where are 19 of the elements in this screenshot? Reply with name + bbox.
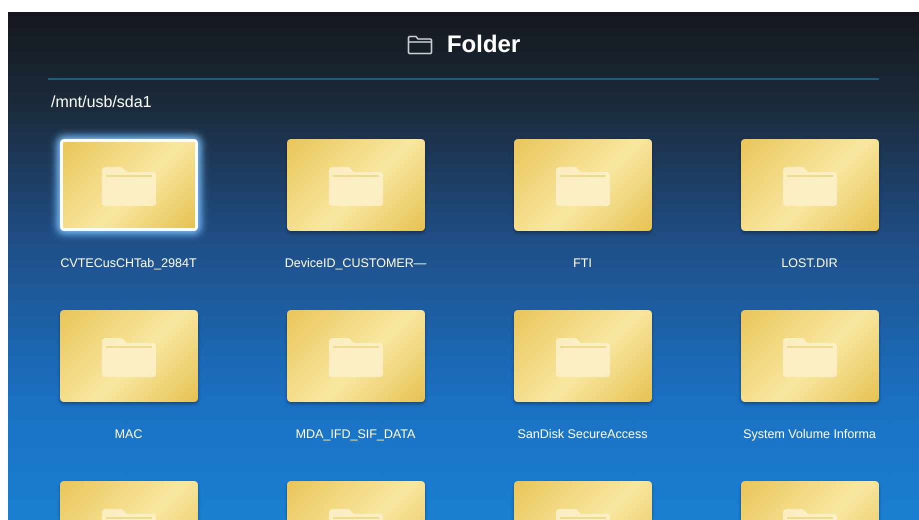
folder-tile[interactable] <box>60 139 198 231</box>
folder-tile[interactable] <box>286 310 424 402</box>
folder-name: MDA_IFD_SIF_DATA <box>296 427 416 441</box>
folder-name: LOST.DIR <box>781 256 838 270</box>
folder-name: System Volume Informa <box>743 427 876 441</box>
folder-name: MAC <box>114 427 142 441</box>
folder-tile[interactable] <box>514 139 652 231</box>
folder-name: FTI <box>573 256 592 270</box>
folder-name: SanDisk SecureAccess <box>518 427 648 441</box>
folder-icon <box>406 35 433 55</box>
folder-name: CVTECusCHTab_2984T <box>60 256 197 270</box>
folder-name: DeviceID_CUSTOMER— <box>284 256 426 270</box>
screen-title: Folder <box>446 31 520 59</box>
folder-tile[interactable] <box>740 139 878 231</box>
folder-tile[interactable] <box>60 310 198 402</box>
folder-tile[interactable] <box>514 310 652 402</box>
folder-path: /mnt/usb/sda1 <box>51 94 152 112</box>
folder-tile[interactable] <box>740 310 878 402</box>
folder-tile[interactable] <box>286 139 424 231</box>
